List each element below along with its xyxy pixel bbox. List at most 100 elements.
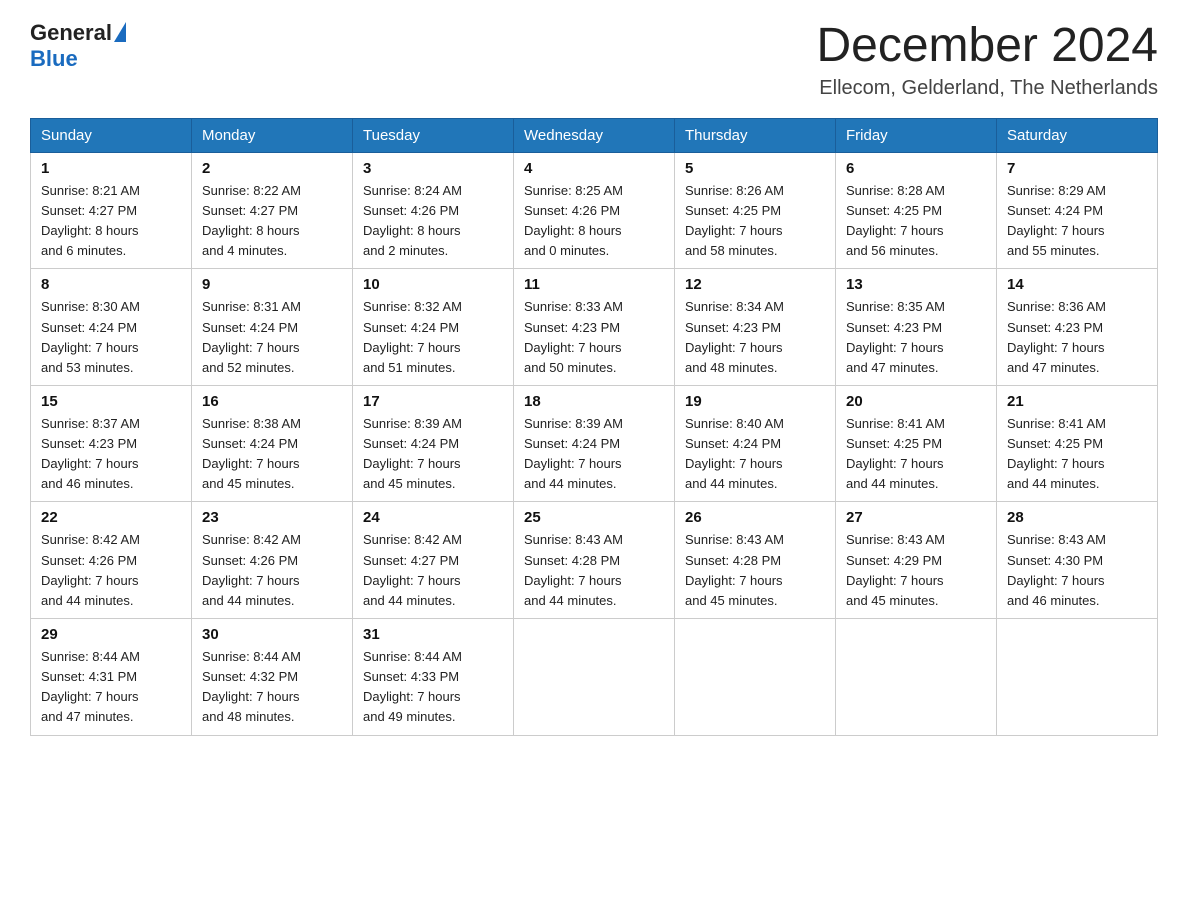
day-detail: Sunrise: 8:25 AMSunset: 4:26 PMDaylight:… [524,181,664,262]
day-number: 23 [202,509,342,526]
calendar-cell: 26Sunrise: 8:43 AMSunset: 4:28 PMDayligh… [675,502,836,619]
calendar-header: SundayMondayTuesdayWednesdayThursdayFrid… [31,118,1158,152]
calendar-cell [675,619,836,736]
day-detail: Sunrise: 8:44 AMSunset: 4:31 PMDaylight:… [41,647,181,728]
day-number: 2 [202,160,342,177]
title-block: December 2024 Ellecom, Gelderland, The N… [816,20,1158,100]
day-detail: Sunrise: 8:28 AMSunset: 4:25 PMDaylight:… [846,181,986,262]
calendar-cell [514,619,675,736]
calendar-cell: 14Sunrise: 8:36 AMSunset: 4:23 PMDayligh… [997,269,1158,386]
calendar-cell: 28 Sunrise: 8:43 AMSunset: 4:30 PMDayligh… [997,502,1158,619]
day-number: 12 [685,276,825,293]
calendar-cell: 3 Sunrise: 8:24 AMSunset: 4:26 PMDaylight… [353,152,514,269]
day-number: 17 [363,393,503,410]
calendar-cell: 16 Sunrise: 8:38 AMSunset: 4:24 PMDayligh… [192,385,353,502]
day-detail: Sunrise: 8:42 AMSunset: 4:27 PMDaylight:… [363,530,503,611]
calendar-week-row: 15 Sunrise: 8:37 AMSunset: 4:23 PMDayligh… [31,385,1158,502]
calendar-cell: 21Sunrise: 8:41 AMSunset: 4:25 PMDayligh… [997,385,1158,502]
weekday-header-saturday: Saturday [997,118,1158,152]
calendar-week-row: 29 Sunrise: 8:44 AMSunset: 4:31 PMDayligh… [31,619,1158,736]
calendar-cell: 18 Sunrise: 8:39 AMSunset: 4:24 PMDayligh… [514,385,675,502]
calendar-table: SundayMondayTuesdayWednesdayThursdayFrid… [30,118,1158,736]
day-number: 7 [1007,160,1147,177]
calendar-cell: 19Sunrise: 8:40 AMSunset: 4:24 PMDayligh… [675,385,836,502]
day-detail: Sunrise: 8:42 AMSunset: 4:26 PMDaylight:… [41,530,181,611]
calendar-cell [997,619,1158,736]
day-detail: Sunrise: 8:38 AMSunset: 4:24 PMDaylight:… [202,414,342,495]
calendar-cell: 1 Sunrise: 8:21 AMSunset: 4:27 PMDaylight… [31,152,192,269]
logo-general-text: General [30,20,112,46]
logo: General Blue [30,20,126,72]
day-number: 22 [41,509,181,526]
weekday-header-thursday: Thursday [675,118,836,152]
logo-triangle-icon [114,22,126,42]
page-header: General Blue December 2024 Ellecom, Geld… [30,20,1158,100]
calendar-cell: 11Sunrise: 8:33 AMSunset: 4:23 PMDayligh… [514,269,675,386]
calendar-cell: 24Sunrise: 8:42 AMSunset: 4:27 PMDayligh… [353,502,514,619]
day-detail: Sunrise: 8:36 AMSunset: 4:23 PMDaylight:… [1007,297,1147,378]
calendar-cell: 15 Sunrise: 8:37 AMSunset: 4:23 PMDayligh… [31,385,192,502]
calendar-cell: 5Sunrise: 8:26 AMSunset: 4:25 PMDaylight… [675,152,836,269]
day-number: 28 [1007,509,1147,526]
day-number: 16 [202,393,342,410]
weekday-header-monday: Monday [192,118,353,152]
day-detail: Sunrise: 8:39 AMSunset: 4:24 PMDaylight:… [524,414,664,495]
day-number: 31 [363,626,503,643]
location-title: Ellecom, Gelderland, The Netherlands [816,77,1158,100]
day-number: 1 [41,160,181,177]
day-detail: Sunrise: 8:43 AMSunset: 4:28 PMDaylight:… [685,530,825,611]
calendar-cell: 20 Sunrise: 8:41 AMSunset: 4:25 PMDayligh… [836,385,997,502]
calendar-cell: 30Sunrise: 8:44 AMSunset: 4:32 PMDayligh… [192,619,353,736]
calendar-cell: 9Sunrise: 8:31 AMSunset: 4:24 PMDaylight… [192,269,353,386]
day-detail: Sunrise: 8:21 AMSunset: 4:27 PMDaylight:… [41,181,181,262]
day-number: 18 [524,393,664,410]
day-detail: Sunrise: 8:22 AMSunset: 4:27 PMDaylight:… [202,181,342,262]
day-number: 29 [41,626,181,643]
calendar-cell [836,619,997,736]
calendar-cell: 4 Sunrise: 8:25 AMSunset: 4:26 PMDaylight… [514,152,675,269]
calendar-cell: 25Sunrise: 8:43 AMSunset: 4:28 PMDayligh… [514,502,675,619]
day-detail: Sunrise: 8:41 AMSunset: 4:25 PMDaylight:… [846,414,986,495]
day-detail: Sunrise: 8:37 AMSunset: 4:23 PMDaylight:… [41,414,181,495]
day-detail: Sunrise: 8:24 AMSunset: 4:26 PMDaylight:… [363,181,503,262]
day-number: 30 [202,626,342,643]
calendar-cell: 29 Sunrise: 8:44 AMSunset: 4:31 PMDayligh… [31,619,192,736]
day-number: 27 [846,509,986,526]
day-number: 5 [685,160,825,177]
calendar-cell: 6 Sunrise: 8:28 AMSunset: 4:25 PMDaylight… [836,152,997,269]
calendar-cell: 22 Sunrise: 8:42 AMSunset: 4:26 PMDayligh… [31,502,192,619]
day-detail: Sunrise: 8:39 AMSunset: 4:24 PMDaylight:… [363,414,503,495]
day-number: 3 [363,160,503,177]
day-detail: Sunrise: 8:30 AMSunset: 4:24 PMDaylight:… [41,297,181,378]
day-number: 10 [363,276,503,293]
day-detail: Sunrise: 8:43 AMSunset: 4:30 PMDaylight:… [1007,530,1147,611]
calendar-cell: 10Sunrise: 8:32 AMSunset: 4:24 PMDayligh… [353,269,514,386]
day-detail: Sunrise: 8:44 AMSunset: 4:33 PMDaylight:… [363,647,503,728]
day-number: 15 [41,393,181,410]
day-number: 20 [846,393,986,410]
day-number: 19 [685,393,825,410]
logo-blue-text: Blue [30,46,78,72]
calendar-cell: 13Sunrise: 8:35 AMSunset: 4:23 PMDayligh… [836,269,997,386]
calendar-week-row: 1 Sunrise: 8:21 AMSunset: 4:27 PMDaylight… [31,152,1158,269]
weekday-header-sunday: Sunday [31,118,192,152]
calendar-week-row: 22 Sunrise: 8:42 AMSunset: 4:26 PMDayligh… [31,502,1158,619]
day-number: 6 [846,160,986,177]
calendar-week-row: 8 Sunrise: 8:30 AMSunset: 4:24 PMDaylight… [31,269,1158,386]
day-detail: Sunrise: 8:43 AMSunset: 4:28 PMDaylight:… [524,530,664,611]
day-detail: Sunrise: 8:43 AMSunset: 4:29 PMDaylight:… [846,530,986,611]
day-number: 11 [524,276,664,293]
calendar-cell: 17 Sunrise: 8:39 AMSunset: 4:24 PMDayligh… [353,385,514,502]
weekday-header-row: SundayMondayTuesdayWednesdayThursdayFrid… [31,118,1158,152]
calendar-cell: 31 Sunrise: 8:44 AMSunset: 4:33 PMDayligh… [353,619,514,736]
weekday-header-friday: Friday [836,118,997,152]
calendar-cell: 7Sunrise: 8:29 AMSunset: 4:24 PMDaylight… [997,152,1158,269]
day-detail: Sunrise: 8:42 AMSunset: 4:26 PMDaylight:… [202,530,342,611]
day-detail: Sunrise: 8:31 AMSunset: 4:24 PMDaylight:… [202,297,342,378]
day-detail: Sunrise: 8:41 AMSunset: 4:25 PMDaylight:… [1007,414,1147,495]
day-number: 8 [41,276,181,293]
day-number: 4 [524,160,664,177]
calendar-body: 1 Sunrise: 8:21 AMSunset: 4:27 PMDaylight… [31,152,1158,735]
day-detail: Sunrise: 8:34 AMSunset: 4:23 PMDaylight:… [685,297,825,378]
day-detail: Sunrise: 8:35 AMSunset: 4:23 PMDaylight:… [846,297,986,378]
